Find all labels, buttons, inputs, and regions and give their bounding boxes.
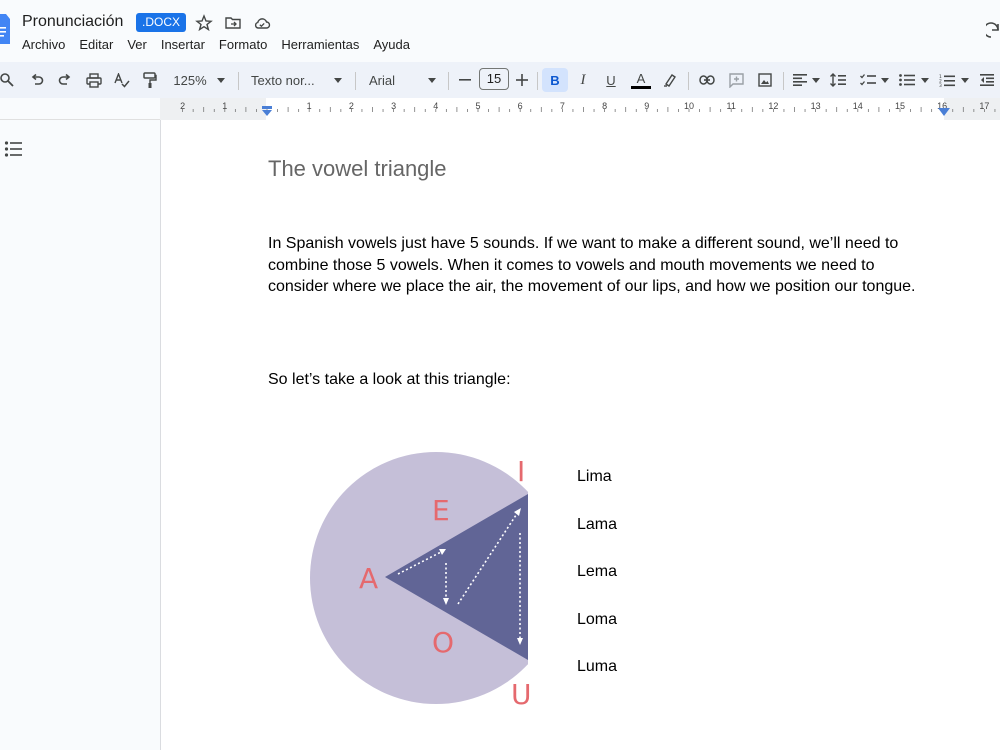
move-folder-icon[interactable] — [224, 14, 242, 32]
ruler-ticks — [182, 107, 996, 112]
toolbar: 125% Texto nor... Arial 15 B I U A 1 2 3 — [0, 62, 1000, 98]
ruler-number: 2 — [348, 101, 354, 111]
example-word-lama[interactable]: Lama — [577, 516, 617, 534]
add-comment-icon[interactable] — [727, 70, 745, 90]
ruler-number: 6 — [517, 101, 523, 111]
underline-button[interactable]: U — [602, 70, 620, 90]
zoom-dropdown-icon[interactable] — [215, 70, 227, 90]
ruler-number: 2 — [180, 101, 186, 111]
toolbar-divider — [448, 72, 449, 90]
toolbar-divider — [238, 72, 239, 90]
ruler-number: 9 — [644, 101, 650, 111]
highlight-color-icon[interactable] — [661, 70, 679, 90]
ruler-number: 1 — [306, 101, 312, 111]
version-history-icon[interactable] — [986, 20, 1000, 40]
docs-logo-icon[interactable] — [0, 14, 10, 44]
document-outline-icon[interactable] — [4, 140, 24, 158]
docx-badge: .DOCX — [136, 13, 187, 32]
insert-link-icon[interactable] — [698, 70, 716, 90]
italic-button[interactable]: I — [574, 70, 592, 90]
font-dropdown-icon[interactable] — [426, 70, 438, 90]
paint-format-icon[interactable] — [141, 70, 159, 90]
right-indent-marker-icon[interactable] — [938, 108, 950, 116]
toolbar-divider — [783, 72, 784, 90]
ruler-number: 10 — [683, 101, 695, 111]
star-icon[interactable] — [195, 14, 213, 32]
ruler-number: 15 — [894, 101, 906, 111]
document-title[interactable]: Pronunciación — [22, 13, 123, 31]
numbered-list-icon[interactable]: 123 — [938, 70, 956, 90]
ruler-number: 1 — [222, 101, 228, 111]
ruler-number: 3 — [391, 101, 397, 111]
triangle-intro-paragraph[interactable]: So let’s take a look at this triangle: — [268, 371, 511, 389]
svg-text:3: 3 — [939, 83, 942, 87]
example-word-loma[interactable]: Loma — [577, 611, 617, 629]
document-heading[interactable]: The vowel triangle — [268, 156, 447, 182]
decrease-indent-icon[interactable] — [978, 70, 996, 90]
vowel-a-label: A — [359, 562, 379, 595]
ruler-number: 11 — [726, 101, 736, 111]
ruler-number: 17 — [979, 101, 990, 111]
ruler-number: 5 — [475, 101, 481, 111]
increase-font-size-icon[interactable] — [514, 70, 530, 90]
decrease-font-size-icon[interactable] — [457, 70, 473, 90]
zoom-value[interactable]: 125% — [172, 70, 208, 90]
spellcheck-icon[interactable] — [113, 70, 131, 90]
font-size-input[interactable]: 15 — [479, 68, 509, 90]
menu-ver[interactable]: Ver — [127, 37, 147, 52]
menu-editar[interactable]: Editar — [79, 37, 113, 52]
menu-ayuda[interactable]: Ayuda — [373, 37, 410, 52]
align-dropdown-icon[interactable] — [811, 70, 821, 90]
ruler-number: 14 — [852, 101, 863, 111]
print-icon[interactable] — [85, 70, 103, 90]
horizontal-ruler[interactable]: 2 1 1 2 3 4 5 6 7 8 9 10 11 12 13 14 15 16 17 — [0, 98, 1000, 120]
toolbar-divider — [355, 72, 356, 90]
numbered-list-dropdown-icon[interactable] — [960, 70, 970, 90]
bulleted-list-icon[interactable] — [898, 70, 916, 90]
style-dropdown-icon[interactable] — [332, 70, 344, 90]
ruler-number: 12 — [768, 101, 779, 111]
ruler-number: 13 — [810, 101, 821, 111]
left-indent-marker-icon[interactable] — [261, 106, 273, 116]
undo-icon[interactable] — [28, 70, 46, 90]
title-bar: Pronunciación .DOCX Archivo Editar Ver I… — [0, 0, 1000, 62]
menu-archivo[interactable]: Archivo — [22, 37, 65, 52]
ruler-number: 4 — [433, 101, 439, 111]
menu-bar: Archivo Editar Ver Insertar Formato Herr… — [22, 37, 424, 52]
align-left-icon[interactable] — [791, 70, 809, 90]
example-word-lima[interactable]: Lima — [577, 468, 612, 486]
vowel-i-label: I — [517, 455, 526, 488]
line-spacing-icon[interactable] — [829, 70, 847, 90]
menu-herramientas[interactable]: Herramientas — [281, 37, 359, 52]
paragraph-style-select[interactable]: Texto nor... — [251, 70, 321, 90]
bold-button[interactable]: B — [542, 68, 568, 92]
ruler-number: 7 — [559, 101, 565, 111]
toolbar-divider — [688, 72, 689, 90]
document-page[interactable] — [160, 120, 1000, 750]
redo-icon[interactable] — [56, 70, 74, 90]
cloud-status-icon[interactable] — [253, 14, 271, 32]
insert-image-icon[interactable] — [756, 70, 774, 90]
example-word-lema[interactable]: Lema — [577, 563, 617, 581]
checklist-icon[interactable] — [859, 70, 877, 90]
text-color-button[interactable]: A — [631, 70, 651, 89]
menu-insertar[interactable]: Insertar — [161, 37, 205, 52]
ruler-number: 8 — [602, 101, 608, 111]
font-family-select[interactable]: Arial — [369, 70, 409, 90]
intro-paragraph[interactable]: In Spanish vowels just have 5 sounds. If… — [268, 233, 928, 298]
vowel-e-label: E — [432, 494, 450, 527]
menu-formato[interactable]: Formato — [219, 37, 267, 52]
example-word-luma[interactable]: Luma — [577, 658, 617, 676]
vowel-u-label: U — [511, 678, 532, 711]
toolbar-divider — [537, 72, 538, 90]
search-menus-icon[interactable] — [0, 70, 14, 90]
checklist-dropdown-icon[interactable] — [880, 70, 890, 90]
bulleted-list-dropdown-icon[interactable] — [920, 70, 930, 90]
vowel-o-label: O — [432, 626, 455, 659]
